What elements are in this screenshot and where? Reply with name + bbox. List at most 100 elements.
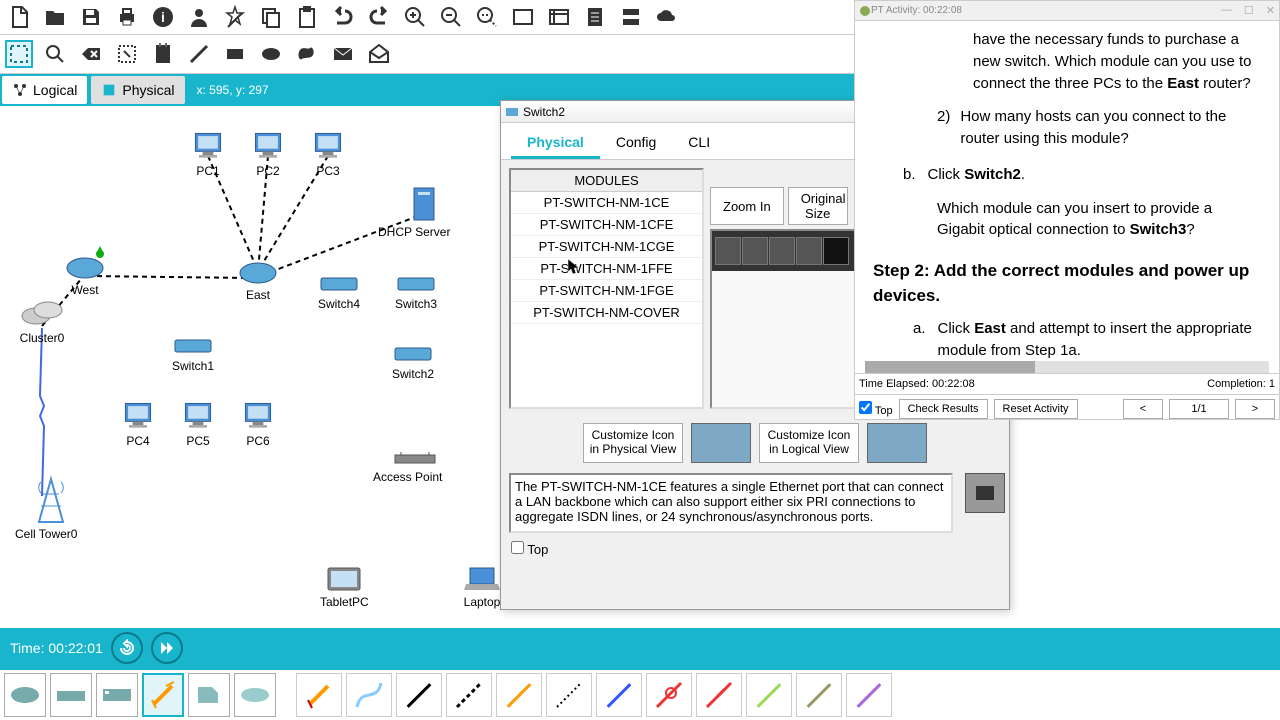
reset-time-button[interactable] bbox=[111, 632, 143, 664]
module-1cge[interactable]: PT-SWITCH-NM-1CGE bbox=[511, 236, 702, 258]
module-1cfe[interactable]: PT-SWITCH-NM-1CFE bbox=[511, 214, 702, 236]
delete-tool-icon[interactable] bbox=[77, 40, 105, 68]
tab-config[interactable]: Config bbox=[600, 128, 672, 159]
new-file-icon[interactable] bbox=[5, 3, 33, 31]
copy-icon[interactable] bbox=[257, 3, 285, 31]
conn-fiber[interactable] bbox=[496, 673, 542, 717]
module-cover[interactable]: PT-SWITCH-NM-COVER bbox=[511, 302, 702, 324]
module-1ffe[interactable]: PT-SWITCH-NM-1FFE bbox=[511, 258, 702, 280]
zoom-in-icon[interactable] bbox=[401, 3, 429, 31]
conn-iot[interactable] bbox=[796, 673, 842, 717]
message-open-icon[interactable] bbox=[365, 40, 393, 68]
cat-enddevices[interactable] bbox=[188, 673, 230, 717]
device-pc3[interactable]: PC3 bbox=[310, 131, 346, 178]
device-west[interactable]: West bbox=[65, 256, 105, 297]
device-pc6[interactable]: PC6 bbox=[240, 401, 276, 448]
user-pref-icon[interactable] bbox=[185, 3, 213, 31]
device-cluster0[interactable]: Cluster0 bbox=[18, 296, 66, 345]
close-icon[interactable]: ✕ bbox=[1266, 4, 1275, 17]
device-celltower[interactable]: Cell Tower0 bbox=[25, 474, 77, 541]
port-slot[interactable] bbox=[742, 237, 768, 265]
port-slot[interactable] bbox=[769, 237, 795, 265]
conn-cross[interactable] bbox=[446, 673, 492, 717]
undo-icon[interactable] bbox=[329, 3, 357, 31]
module-1fge[interactable]: PT-SWITCH-NM-1FGE bbox=[511, 280, 702, 302]
cat-hubs[interactable] bbox=[96, 673, 138, 717]
select-tool-icon[interactable] bbox=[5, 40, 33, 68]
outline-view-icon[interactable] bbox=[509, 3, 537, 31]
wizard-icon[interactable] bbox=[221, 3, 249, 31]
conn-straight[interactable] bbox=[396, 673, 442, 717]
redo-icon[interactable] bbox=[365, 3, 393, 31]
ellipse-tool-icon[interactable] bbox=[257, 40, 285, 68]
device-laptop[interactable]: Laptop bbox=[462, 566, 502, 609]
device-switch1[interactable]: Switch1 bbox=[172, 336, 214, 373]
device-east[interactable]: East bbox=[238, 261, 278, 302]
cat-wan[interactable] bbox=[234, 673, 276, 717]
save-icon[interactable] bbox=[77, 3, 105, 31]
line-tool-icon[interactable] bbox=[185, 40, 213, 68]
conn-serial-dce[interactable] bbox=[646, 673, 692, 717]
server-icon[interactable] bbox=[617, 3, 645, 31]
cloud-icon[interactable] bbox=[653, 3, 681, 31]
pt-instructions[interactable]: have the necessary funds to purchase a n… bbox=[855, 21, 1279, 361]
resize-tool-icon[interactable] bbox=[113, 40, 141, 68]
physical-view-button[interactable]: Physical bbox=[91, 76, 184, 104]
detail-view-icon[interactable] bbox=[545, 3, 573, 31]
tab-physical[interactable]: Physical bbox=[511, 128, 600, 159]
conn-coax[interactable] bbox=[596, 673, 642, 717]
next-button[interactable]: > bbox=[1235, 399, 1275, 419]
conn-auto[interactable] bbox=[296, 673, 342, 717]
info-icon[interactable]: i bbox=[149, 3, 177, 31]
top-checkbox-pt[interactable]: Top bbox=[859, 401, 893, 417]
conn-octal[interactable] bbox=[746, 673, 792, 717]
search-tool-icon[interactable] bbox=[41, 40, 69, 68]
reset-activity-button[interactable]: Reset Activity bbox=[994, 399, 1078, 419]
maximize-icon[interactable]: ☐ bbox=[1244, 4, 1254, 17]
device-pc5[interactable]: PC5 bbox=[180, 401, 216, 448]
paste-icon[interactable] bbox=[293, 3, 321, 31]
device-tablet[interactable]: TabletPC bbox=[320, 566, 369, 609]
cat-connections[interactable] bbox=[142, 673, 184, 717]
port-slot[interactable] bbox=[796, 237, 822, 265]
print-icon[interactable] bbox=[113, 3, 141, 31]
zoom-fit-icon[interactable] bbox=[437, 3, 465, 31]
customize-logical-button[interactable]: Customize Icon in Logical View bbox=[759, 423, 859, 463]
device-switch4[interactable]: Switch4 bbox=[318, 274, 360, 311]
tab-cli[interactable]: CLI bbox=[672, 128, 726, 159]
port-slot-filled[interactable] bbox=[823, 237, 849, 265]
cat-switches[interactable] bbox=[50, 673, 92, 717]
pt-scrollbar[interactable] bbox=[865, 361, 1269, 373]
zoom-out-icon[interactable] bbox=[473, 3, 501, 31]
message-icon[interactable] bbox=[329, 40, 357, 68]
device-dhcp[interactable]: DHCP Server bbox=[398, 186, 450, 239]
device-switch2[interactable]: Switch2 bbox=[392, 344, 434, 381]
conn-usb[interactable] bbox=[846, 673, 892, 717]
note-tool-icon[interactable] bbox=[149, 40, 177, 68]
conn-phone[interactable] bbox=[546, 673, 592, 717]
zoom-in-button[interactable]: Zoom In bbox=[710, 187, 784, 225]
logical-view-button[interactable]: Logical bbox=[2, 76, 87, 104]
freeform-tool-icon[interactable] bbox=[293, 40, 321, 68]
module-preview[interactable] bbox=[965, 473, 1005, 513]
conn-console[interactable] bbox=[346, 673, 392, 717]
page-input[interactable] bbox=[1169, 399, 1229, 419]
customize-physical-button[interactable]: Customize Icon in Physical View bbox=[583, 423, 683, 463]
notepad-icon[interactable] bbox=[581, 3, 609, 31]
original-size-button[interactable]: Original Size bbox=[788, 187, 848, 225]
folder-open-icon[interactable] bbox=[41, 3, 69, 31]
device-pc4[interactable]: PC4 bbox=[120, 401, 156, 448]
conn-serial-dte[interactable] bbox=[696, 673, 742, 717]
device-switch3[interactable]: Switch3 bbox=[395, 274, 437, 311]
prev-button[interactable]: < bbox=[1123, 399, 1163, 419]
minimize-icon[interactable]: — bbox=[1221, 4, 1232, 17]
device-pc1[interactable]: PC1 bbox=[190, 131, 226, 178]
device-ap[interactable]: Access Point bbox=[388, 451, 442, 484]
port-slot[interactable] bbox=[715, 237, 741, 265]
device-pc2[interactable]: PC2 bbox=[250, 131, 286, 178]
module-1ce[interactable]: PT-SWITCH-NM-1CE bbox=[511, 192, 702, 214]
check-results-button[interactable]: Check Results bbox=[899, 399, 988, 419]
rect-tool-icon[interactable] bbox=[221, 40, 249, 68]
pt-titlebar[interactable]: PT Activity: 00:22:08 — ☐ ✕ bbox=[855, 1, 1279, 21]
top-checkbox[interactable] bbox=[511, 541, 524, 554]
